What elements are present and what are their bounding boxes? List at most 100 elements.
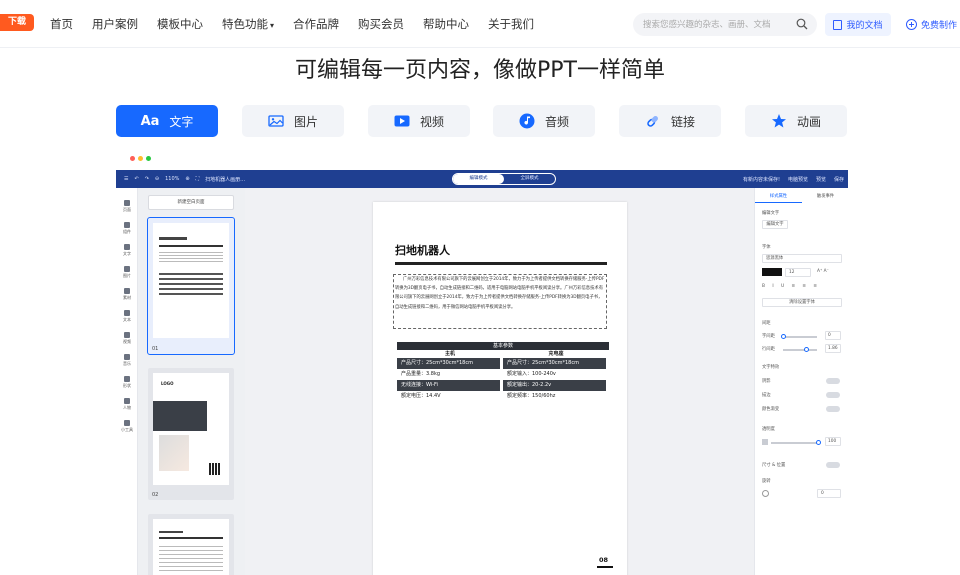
undo-icon[interactable]: ↶: [134, 176, 138, 182]
opacity-input[interactable]: 100: [825, 437, 841, 446]
table-row: 无线连接：Wi-Fi 额定输出：20-2.2v: [397, 380, 609, 391]
stroke-toggle[interactable]: [826, 392, 840, 398]
rotate-input[interactable]: 0: [817, 489, 841, 498]
properties-panel: 样式属性 触发事件 编辑文字 编辑文字 字体 思源黑体 12 A⁺ A⁻ B I…: [754, 188, 848, 575]
font-select[interactable]: 思源黑体: [762, 254, 842, 263]
rail-tools[interactable]: 小工具: [116, 420, 138, 433]
rail-materials[interactable]: 素材: [116, 288, 138, 301]
search-icon[interactable]: [796, 18, 808, 30]
rail-video-label: 视频: [123, 339, 131, 344]
rail-components[interactable]: 组件: [116, 222, 138, 235]
rail-shapes-label: 形状: [123, 383, 131, 388]
preview-button[interactable]: 预览: [816, 176, 826, 183]
document-title[interactable]: 扫地机器人画册…: [205, 176, 245, 183]
save-button[interactable]: 保存: [834, 176, 844, 183]
nav-link-features[interactable]: 特色功能 ▾: [222, 16, 274, 32]
line-height-slider[interactable]: [783, 347, 817, 352]
materials-icon: [124, 288, 130, 294]
line-height-label: 行间距: [762, 347, 775, 352]
zoom-level: 110%: [165, 176, 180, 182]
page-thumb-2[interactable]: LOGO 02: [148, 368, 234, 500]
letter-spacing-input[interactable]: 0: [825, 331, 841, 340]
zoom-out-icon[interactable]: ⊖: [155, 176, 159, 182]
text-format-buttons[interactable]: B I U ≡ ≡ ≡: [762, 284, 820, 289]
rail-video[interactable]: 视频: [116, 332, 138, 345]
nav-link-membership[interactable]: 购买会员: [358, 16, 404, 32]
mode-switch: 编辑模式 全屏模式: [452, 173, 556, 185]
fullscreen-mode-toggle[interactable]: 全屏模式: [504, 174, 555, 184]
table-cell: 额定输出：20-2.2v: [503, 380, 606, 391]
rail-pages[interactable]: 页面: [116, 200, 138, 213]
edit-mode-toggle[interactable]: 编辑模式: [453, 174, 504, 184]
spec-table[interactable]: 基本参数 主机 充电座 产品尺寸：25cm*30cm*18cm 产品尺寸：25c…: [397, 342, 609, 402]
page-thumbnails: 新建空白页面 01 LOGO 02: [138, 188, 245, 575]
page-thumb-3[interactable]: [148, 514, 234, 575]
shadow-toggle[interactable]: [826, 378, 840, 384]
tab-image[interactable]: 图片: [242, 105, 344, 137]
rail-tools-label: 小工具: [121, 427, 133, 432]
size-position-label: 尺寸 & 位置: [762, 463, 786, 468]
nav-link-cases[interactable]: 用户案例: [92, 16, 138, 32]
rail-people[interactable]: 人物: [116, 398, 138, 411]
font-grow-icon[interactable]: A⁺ A⁻: [817, 269, 829, 274]
opacity-slider[interactable]: [771, 440, 821, 445]
tab-animation[interactable]: 动画: [745, 105, 847, 137]
rail-text[interactable]: 文字: [116, 244, 138, 257]
nav-link-help[interactable]: 帮助中心: [423, 16, 469, 32]
fullscreen-icon[interactable]: ⛶: [196, 176, 200, 182]
my-docs-button[interactable]: 我的文档: [825, 13, 891, 36]
page-thumb-1[interactable]: 01: [147, 217, 235, 355]
page-paper: 扫地机器人 广州万彩信息技术有限公司旗下的云展网创立于2014年，致力于为上传者…: [373, 202, 627, 575]
free-create-button[interactable]: 免费制作: [900, 13, 960, 36]
table-cell: 无线连接：Wi-Fi: [397, 380, 500, 391]
new-page-button[interactable]: 新建空白页面: [148, 195, 234, 210]
page-thumb-1-preview: [153, 223, 229, 338]
download-app-badge[interactable]: 下载App: [0, 14, 34, 44]
line-height-input[interactable]: 1.86: [825, 344, 841, 353]
rail-textbox[interactable]: 文本: [116, 310, 138, 323]
edit-text-button[interactable]: 编辑文字: [762, 220, 788, 229]
opacity-icon: [762, 439, 768, 445]
rail-components-label: 组件: [123, 229, 131, 234]
zoom-in-icon[interactable]: ⊕: [185, 176, 189, 182]
redo-icon[interactable]: ↷: [145, 176, 149, 182]
menu-icon[interactable]: ☰: [124, 176, 128, 182]
tab-text[interactable]: Aa 文字: [116, 105, 218, 137]
properties-tabs: 样式属性 触发事件: [755, 191, 848, 203]
tab-video-label: 视频: [419, 114, 444, 129]
rail-images[interactable]: 图片: [116, 266, 138, 279]
video-icon: [394, 115, 410, 127]
tab-audio[interactable]: 音频: [493, 105, 595, 137]
tab-video[interactable]: 视频: [368, 105, 470, 137]
components-icon: [124, 222, 130, 228]
nav-link-brands[interactable]: 合作品牌: [293, 16, 339, 32]
size-position-toggle[interactable]: [826, 462, 840, 468]
font-size-select[interactable]: 12: [785, 268, 811, 277]
rail-music[interactable]: 音乐: [116, 354, 138, 367]
page-title[interactable]: 扫地机器人: [395, 242, 450, 258]
person-icon: [124, 398, 130, 404]
desktop-preview-button[interactable]: 电脑预览: [788, 176, 808, 183]
nav-link-home[interactable]: 首页: [50, 16, 73, 32]
tab-link[interactable]: 链接: [619, 105, 721, 137]
nav-link-about[interactable]: 关于我们: [488, 16, 534, 32]
font-color-swatch[interactable]: [762, 268, 782, 276]
spec-table-title: 基本参数: [397, 342, 609, 350]
page-thumb-1-number: 01: [152, 346, 159, 352]
tab-audio-label: 音频: [544, 114, 569, 129]
nav-link-templates[interactable]: 模板中心: [157, 16, 203, 32]
tab-trigger-events[interactable]: 触发事件: [802, 191, 848, 203]
font-label: 字体: [762, 245, 771, 250]
page-number: 08: [599, 556, 609, 564]
pages-icon: [124, 200, 130, 206]
tab-style-props[interactable]: 样式属性: [755, 191, 802, 203]
clear-style-button[interactable]: 清除设置字体: [762, 298, 842, 307]
search-input[interactable]: [643, 17, 793, 32]
thumb-logo-text: LOGO: [161, 381, 174, 386]
rail-textbox-label: 文本: [123, 317, 131, 322]
paragraph-text[interactable]: 广州万彩信息技术有限公司旗下的云展网创立于2014年，致力于为上传者提供文档转换…: [395, 275, 605, 312]
gradient-toggle[interactable]: [826, 406, 840, 412]
unsaved-notice: 有新内容未保存!: [742, 176, 780, 183]
rail-shapes[interactable]: 形状: [116, 376, 138, 389]
letter-spacing-slider[interactable]: [781, 334, 817, 339]
